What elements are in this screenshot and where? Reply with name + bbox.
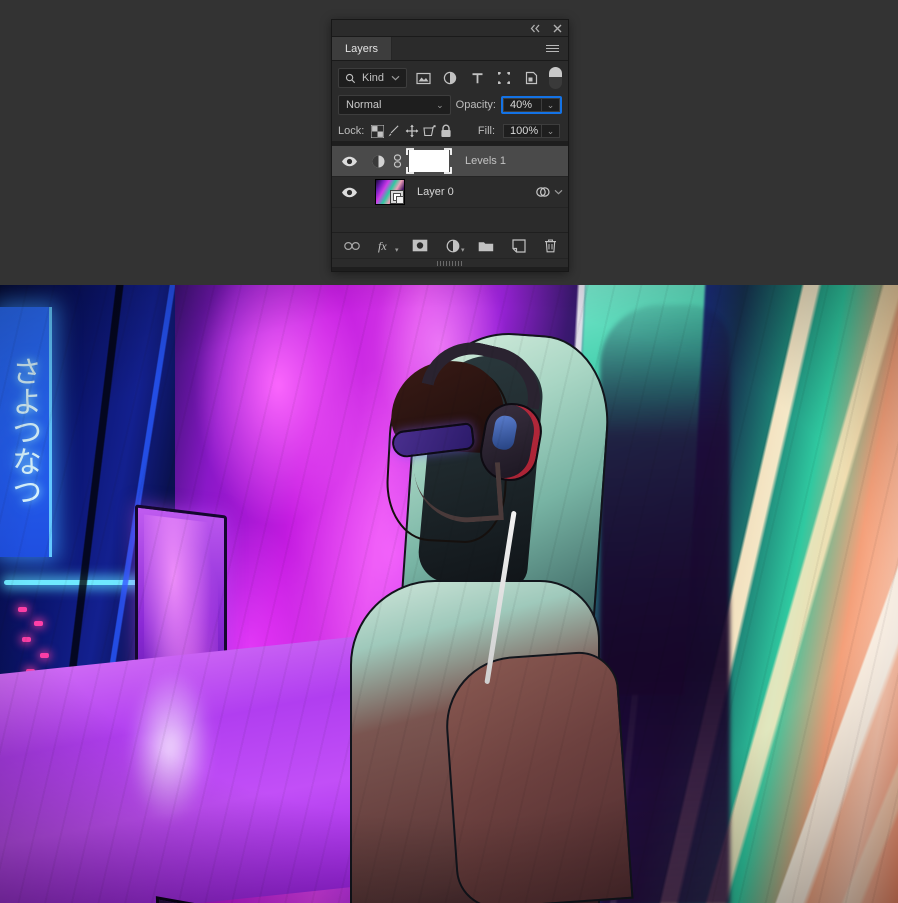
close-icon[interactable] [553,24,562,33]
lock-row: Lock: Fill: 100% ⌄ [338,121,562,141]
fill-field[interactable]: 100% ⌄ [501,122,562,140]
opacity-field[interactable]: 40% ⌄ [501,96,562,114]
hamburger-menu-icon[interactable] [546,37,568,60]
chevron-down-icon: ⌄ [436,99,444,110]
chevron-down-icon: ▾ [460,246,465,254]
levels-adjustment-icon [367,154,389,169]
filter-pixel-layers[interactable] [412,68,434,88]
mask-selection-brackets [406,148,452,174]
layer-effects-cell [534,186,568,198]
artwork-thumbnail[interactable] [375,179,405,205]
adjustment-circle-icon [446,239,459,252]
tabstrip-filler [392,37,546,60]
lock-transparent-pixels[interactable] [370,121,384,141]
search-icon [345,73,356,83]
layers-panel-footer: fx ▾ ▾ [332,232,568,258]
blend-opacity-row: Normal ⌄ Opacity: 40% ⌄ [338,95,562,115]
smart-filters-icon[interactable] [535,186,550,198]
blend-mode-value: Normal [346,99,382,111]
delete-layer-button[interactable] [544,238,557,253]
move-arrows-icon [405,124,419,138]
panel-controls: Kind Normal ⌄ Opacity: 40% ⌄ Lock: Fill:… [332,61,568,141]
smart-object-icon [525,71,537,85]
add-layer-mask-button[interactable] [412,239,428,252]
fill-label: Fill: [477,125,496,137]
eye-visible-icon [342,156,357,166]
link-layers-button[interactable] [343,241,360,251]
layer-mask-icon [412,239,427,252]
panel-tabstrip: Layers [332,37,568,61]
filter-smart-objects[interactable] [520,68,542,88]
lock-nesting[interactable] [422,121,436,141]
kind-filter-label: Kind [362,72,385,84]
kind-filter-dropdown[interactable]: Kind [338,68,407,88]
layer-name: Levels 1 [465,155,506,167]
document-canvas[interactable]: さよつなつ [0,285,898,903]
trash-icon [544,238,556,252]
blend-mode-dropdown[interactable]: Normal ⌄ [338,95,451,115]
lock-image-pixels[interactable] [387,121,401,141]
app-root: さよつなつ [0,0,898,903]
table-row[interactable]: Layer 0 [332,177,568,208]
mask-link-icon[interactable] [389,154,405,168]
chevron-down-icon[interactable] [554,189,563,195]
filter-adjustment-layers[interactable] [439,68,461,88]
opacity-slider-toggle[interactable]: ⌄ [541,98,560,112]
layer-visibility-toggle[interactable] [332,156,367,167]
collapse-panel-icon[interactable] [530,24,541,33]
lock-label: Lock: [338,125,365,137]
chevron-down-icon: ▾ [394,246,399,254]
opacity-value[interactable]: 40% [503,98,541,112]
new-group-button[interactable] [478,240,494,252]
layer-filter-row: Kind [338,67,562,89]
new-layer-button[interactable] [511,238,526,253]
svg-text:fx: fx [378,239,387,253]
padlock-icon [441,124,451,137]
image-icon [415,72,431,84]
layer-style-button[interactable]: fx ▾ [378,239,399,254]
tab-layers[interactable]: Layers [332,37,393,60]
artboard-icon [423,124,436,136]
lock-position[interactable] [405,121,419,141]
lock-all[interactable] [439,121,453,141]
panel-titlebar [332,20,568,37]
artwork-vignette [0,285,898,903]
fill-value[interactable]: 100% [503,124,542,138]
filter-shape-layers[interactable] [493,68,515,88]
opacity-label: Opacity: [455,99,496,111]
filter-toggle-switch[interactable] [549,67,562,89]
layer-mask-thumbnail[interactable] [405,147,453,175]
filter-type-layers[interactable] [466,68,488,88]
new-layer-icon [511,238,526,253]
chevron-down-icon [391,75,400,81]
layer-list-empty-space [332,208,568,232]
folder-icon [478,241,493,251]
brush-icon [389,125,399,137]
layer-visibility-toggle[interactable] [332,187,367,198]
new-adjustment-layer-button[interactable]: ▾ [446,239,465,254]
eye-visible-icon [342,187,357,197]
shape-bounds-icon [498,72,510,84]
panel-resize-grip[interactable] [332,258,568,267]
layers-panel: Layers Kind Normal ⌄ Opacity: 40% ⌄ Lock… [331,19,569,272]
fill-slider-toggle[interactable]: ⌄ [541,124,561,138]
checkerboard-icon [370,124,384,138]
chain-link-icon [343,241,360,250]
fx-icon: fx [378,239,387,253]
table-row[interactable]: Levels 1 [332,146,568,177]
text-t-icon [472,72,482,83]
layer-name: Layer 0 [417,186,454,198]
adjustment-circle-icon [443,71,457,85]
tab-layers-label: Layers [345,42,379,55]
layer-list: Levels 1 Layer 0 [332,145,568,232]
smart-object-badge [390,190,404,204]
